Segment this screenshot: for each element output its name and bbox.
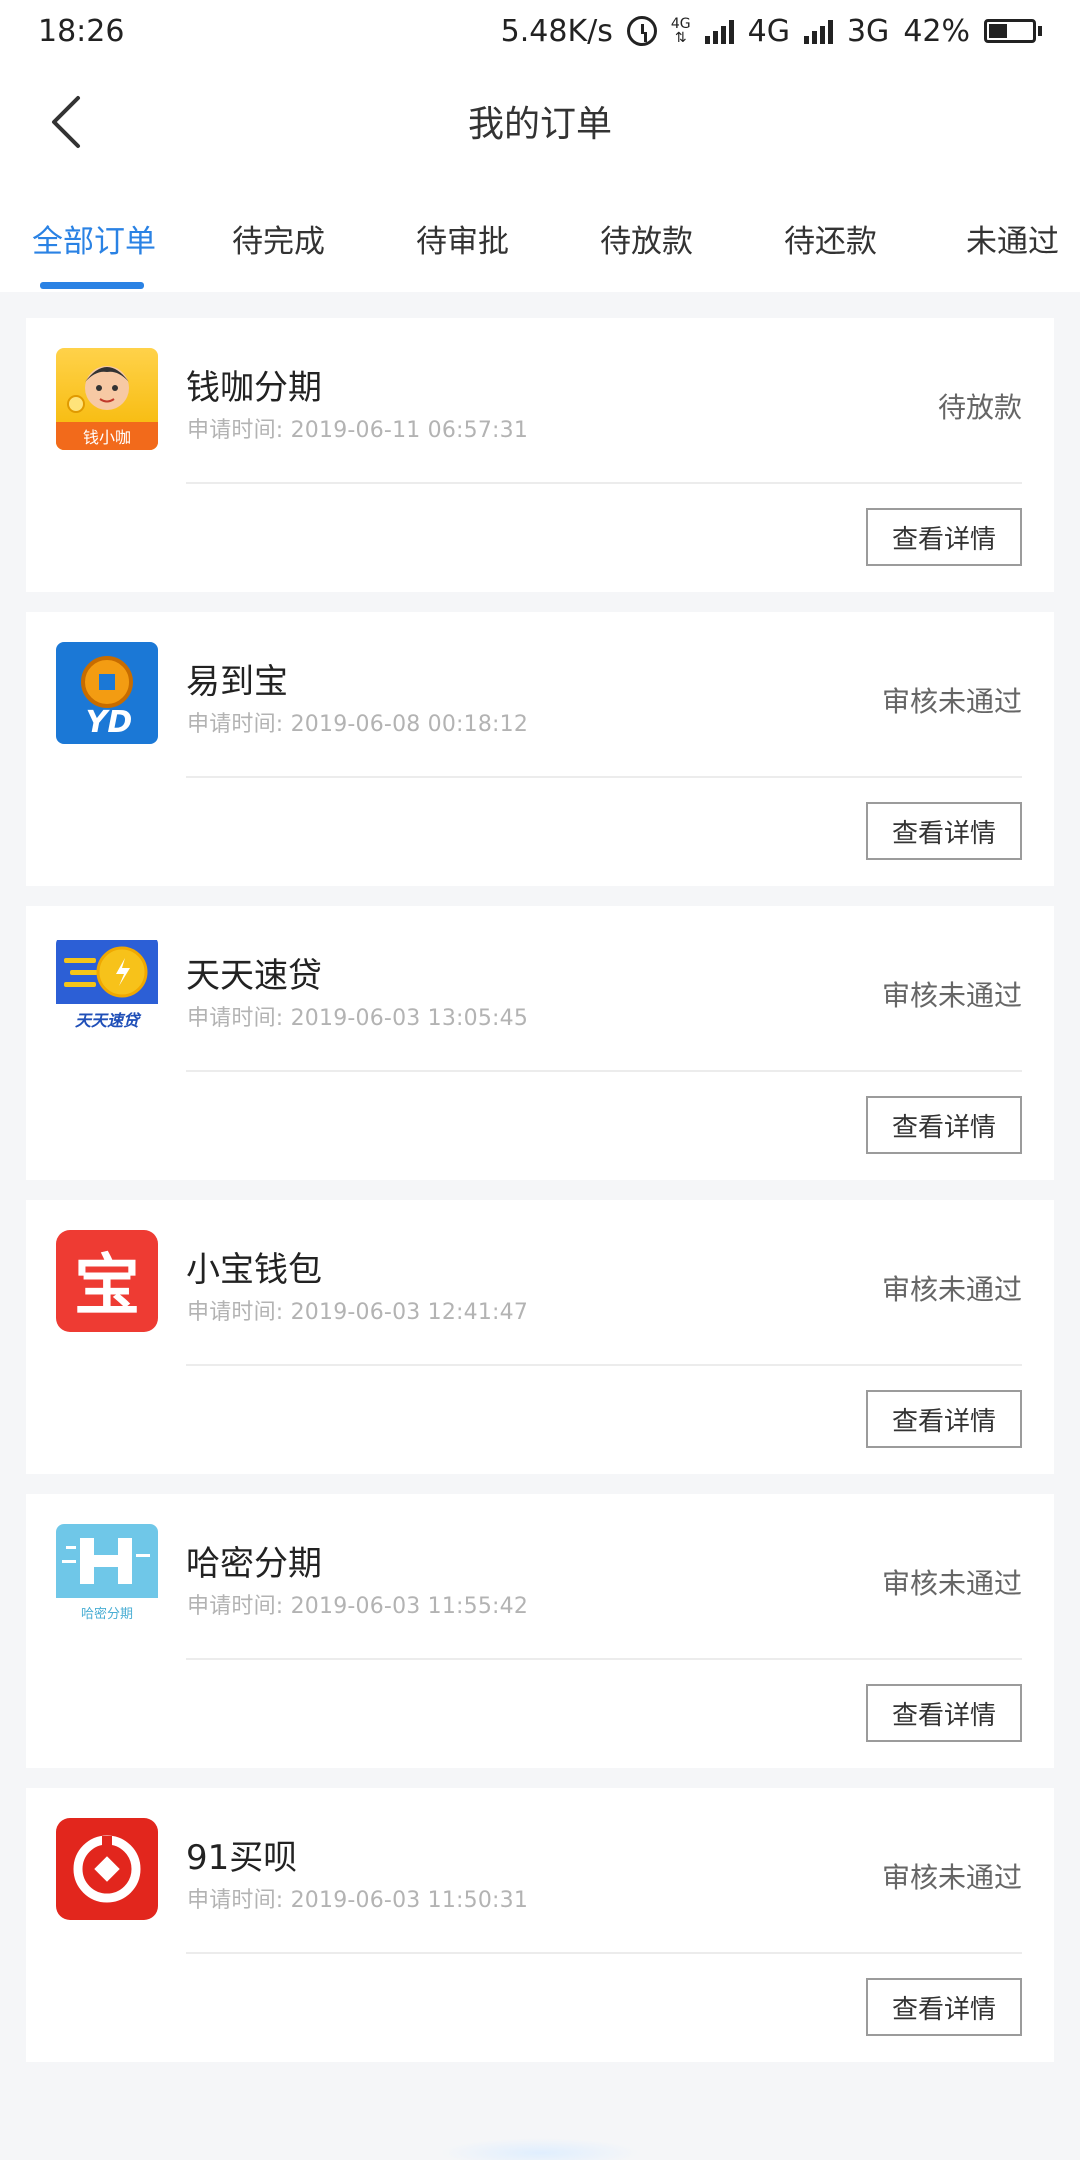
order-card[interactable]: 天天速贷 天天速贷 申请时间: 2019-06-03 13:05:45 审核未通…: [26, 906, 1054, 1180]
order-status: 审核未通过: [881, 1273, 1022, 1306]
order-status: 审核未通过: [881, 1861, 1022, 1894]
product-name: 钱咖分期: [186, 368, 322, 408]
divider: [186, 1952, 1022, 1954]
order-card[interactable]: 91买呗 申请时间: 2019-06-03 11:50:31 审核未通过 查看详…: [26, 1788, 1054, 2062]
apply-time: 申请时间: 2019-06-03 12:41:47: [187, 1300, 529, 1325]
tab-all-orders[interactable]: 全部订单: [32, 216, 156, 261]
product-name: 天天速贷: [186, 956, 322, 996]
view-details-button[interactable]: 查看详情: [866, 1096, 1022, 1154]
tab-not-approved[interactable]: 未通过: [966, 216, 1059, 261]
svg-text:YD: YD: [86, 705, 133, 740]
network-type-2: 3G: [846, 13, 890, 49]
back-arrow-icon[interactable]: [44, 92, 94, 152]
status-bar: 18:26 5.48K/s 4G ⇅ 4G 3G 42%: [0, 0, 1080, 62]
apply-time: 申请时间: 2019-06-03 11:50:31: [187, 1888, 529, 1913]
divider: [186, 1364, 1022, 1366]
coin-icon: YD: [56, 642, 158, 744]
view-details-button[interactable]: 查看详情: [866, 1978, 1022, 2036]
tab-pending-approval[interactable]: 待审批: [416, 216, 509, 261]
cartoon-mascot-icon: 钱小咖: [56, 348, 158, 450]
network-type-1: 4G: [747, 13, 790, 49]
signal-icon-1: [704, 18, 734, 44]
order-status: 待放款: [937, 391, 1022, 424]
data-4g-icon: 4G ⇅: [670, 16, 691, 46]
product-name: 小宝钱包: [186, 1250, 322, 1290]
product-name: 易到宝: [186, 662, 288, 702]
view-details-button[interactable]: 查看详情: [866, 802, 1022, 860]
view-details-button[interactable]: 查看详情: [866, 1390, 1022, 1448]
apply-time: 申请时间: 2019-06-11 06:57:31: [187, 418, 529, 443]
order-status: 审核未通过: [881, 685, 1022, 718]
divider: [186, 1658, 1022, 1660]
page-title: 我的订单: [467, 104, 612, 145]
divider: [186, 482, 1022, 484]
order-tabs: 全部订单 待完成 待审批 待放款 待还款 未通过: [0, 180, 1080, 292]
bottom-glow: [440, 2138, 640, 2160]
battery-percent: 42%: [903, 13, 970, 49]
order-card[interactable]: 宝 小宝钱包 申请时间: 2019-06-03 12:41:47 审核未通过 查…: [26, 1200, 1054, 1474]
apply-time: 申请时间: 2019-06-03 13:05:45: [187, 1006, 529, 1031]
order-status: 审核未通过: [881, 979, 1022, 1012]
flying-coin-icon: 天天速贷: [56, 936, 158, 1038]
tab-pending-complete[interactable]: 待完成: [232, 216, 325, 261]
product-name: 哈密分期: [186, 1544, 322, 1584]
svg-text:天天速贷: 天天速贷: [75, 1011, 142, 1030]
signal-icon-2: [803, 18, 833, 44]
svg-text:哈密分期: 哈密分期: [81, 1606, 133, 1622]
tab-pending-disbursement[interactable]: 待放款: [600, 216, 693, 261]
order-status: 审核未通过: [881, 1567, 1022, 1600]
tab-indicator: [40, 282, 144, 289]
order-card[interactable]: 哈密分期 哈密分期 申请时间: 2019-06-03 11:55:42 审核未通…: [26, 1494, 1054, 1768]
tab-pending-repayment[interactable]: 待还款: [784, 216, 877, 261]
view-details-button[interactable]: 查看详情: [866, 508, 1022, 566]
circle-diamond-icon: [56, 1818, 158, 1920]
header: 我的订单: [0, 62, 1080, 180]
view-details-button[interactable]: 查看详情: [866, 1684, 1022, 1742]
network-speed: 5.48K/s: [500, 13, 613, 49]
letter-h-icon: 哈密分期: [56, 1524, 158, 1626]
apply-time: 申请时间: 2019-06-03 11:55:42: [187, 1594, 529, 1619]
order-card[interactable]: YD 易到宝 申请时间: 2019-06-08 00:18:12 审核未通过 查…: [26, 612, 1054, 886]
order-card[interactable]: 钱小咖 钱咖分期 申请时间: 2019-06-11 06:57:31 待放款 查…: [26, 318, 1054, 592]
svg-text:钱小咖: 钱小咖: [83, 428, 131, 447]
divider: [186, 1070, 1022, 1072]
divider: [186, 776, 1022, 778]
battery-icon: [984, 19, 1042, 43]
status-time: 18:26: [38, 13, 125, 49]
product-name: 91买呗: [186, 1838, 298, 1878]
alarm-icon: [626, 16, 657, 46]
bao-character-icon: 宝: [56, 1230, 158, 1332]
svg-text:宝: 宝: [74, 1247, 140, 1324]
apply-time: 申请时间: 2019-06-08 00:18:12: [187, 712, 529, 737]
